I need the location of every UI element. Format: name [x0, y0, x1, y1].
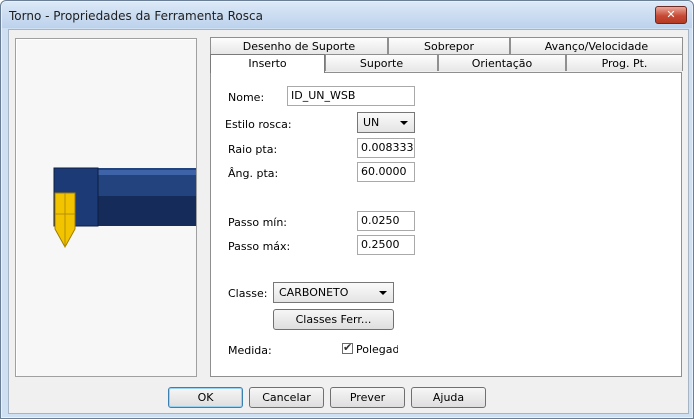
- chevron-down-icon: [379, 291, 387, 295]
- polegada-label: Polegada: [356, 343, 398, 356]
- check-icon: ✔: [343, 341, 353, 354]
- holder-shank-bottom: [98, 196, 196, 226]
- window-title: Torno - Propriedades da Ferramenta Rosca: [9, 9, 263, 23]
- raio-pta-label: Raio pta:: [228, 143, 278, 156]
- tab-orientacao[interactable]: Orientação: [438, 54, 566, 71]
- passo-max-field[interactable]: 0.2500: [357, 235, 415, 255]
- cancel-button[interactable]: Cancelar: [249, 387, 324, 408]
- classe-select[interactable]: CARBONETO: [273, 282, 394, 303]
- holder-shank-highlight: [98, 170, 196, 175]
- estilo-rosca-value: UN: [363, 116, 380, 129]
- tab-sobrepor[interactable]: Sobrepor: [388, 37, 510, 54]
- chevron-down-icon: [400, 121, 408, 125]
- classe-value: CARBONETO: [279, 286, 349, 299]
- tab-desenho-de-suporte[interactable]: Desenho de Suporte: [210, 37, 388, 54]
- passo-min-field[interactable]: 0.0250: [357, 211, 415, 231]
- raio-pta-field[interactable]: 0.00833333: [357, 138, 415, 158]
- nome-label: Nome:: [228, 91, 265, 104]
- tab-suporte[interactable]: Suporte: [325, 54, 438, 71]
- classes-ferr-button[interactable]: Classes Ferr...: [273, 309, 394, 330]
- tool-preview-pane: [15, 38, 197, 377]
- classe-label: Classe:: [228, 287, 268, 300]
- tab-avanco-velocidade[interactable]: Avanço/Velocidade: [510, 37, 683, 54]
- preview-button[interactable]: Prever: [330, 387, 405, 408]
- passo-max-label: Passo máx:: [228, 240, 291, 253]
- title-bar[interactable]: Torno - Propriedades da Ferramenta Rosca…: [2, 2, 692, 28]
- help-button[interactable]: Ajuda: [411, 387, 486, 408]
- ang-pta-field[interactable]: 60.0000: [357, 162, 415, 182]
- polegada-checkbox[interactable]: ✔: [342, 341, 353, 354]
- close-button[interactable]: ✕: [655, 6, 687, 24]
- estilo-rosca-select[interactable]: UN: [357, 112, 415, 133]
- tab-inserto[interactable]: Inserto: [210, 54, 325, 73]
- passo-min-label: Passo mín:: [228, 216, 288, 229]
- ok-button[interactable]: OK: [168, 387, 243, 408]
- nome-field[interactable]: ID_UN_WSB: [287, 86, 415, 106]
- ang-pta-label: Âng. pta:: [228, 167, 279, 180]
- estilo-rosca-label: Estilo rosca:: [225, 118, 292, 131]
- tool-preview-drawing: [53, 167, 196, 249]
- tab-panel-inserto: Nome: ID_UN_WSB Estilo rosca: UN Raio pt…: [210, 72, 682, 377]
- dialog-client-area: Desenho de Suporte Sobrepor Avanço/Veloc…: [8, 29, 689, 414]
- tab-prog-pt[interactable]: Prog. Pt.: [566, 54, 683, 71]
- dialog-window: Torno - Propriedades da Ferramenta Rosca…: [0, 0, 694, 419]
- medida-label: Medida:: [228, 344, 272, 357]
